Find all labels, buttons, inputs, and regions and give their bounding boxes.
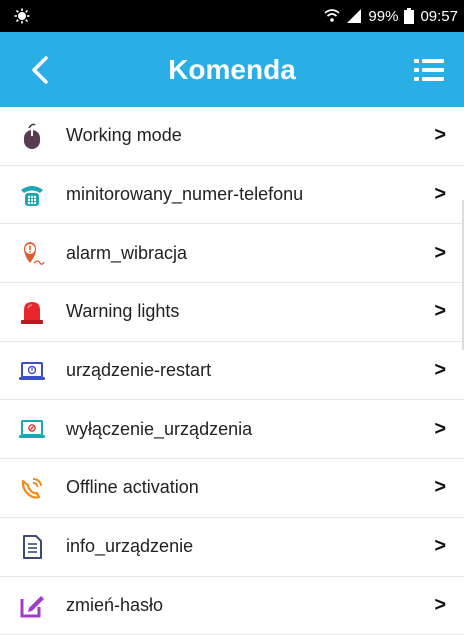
battery-level: 99% [368,8,398,25]
list-item-label: info_urządzenie [66,536,464,557]
list-item-device-restart[interactable]: urządzenie-restart > [0,342,464,401]
menu-button[interactable] [414,56,444,84]
laptop-restart-icon [18,357,46,385]
list-item-label: Offline activation [66,477,464,498]
list-item-warning-lights[interactable]: Warning lights > [0,283,464,342]
chevron-right-icon: > [434,242,446,265]
list-item-offline-activation[interactable]: Offline activation > [0,459,464,518]
edit-icon [18,591,46,619]
app-bar: Komenda [0,32,464,107]
chevron-right-icon: > [434,359,446,382]
list-item-label: alarm_wibracja [66,243,464,264]
list-item-device-info[interactable]: info_urządzenie > [0,518,464,577]
phone-call-icon [18,474,46,502]
list-item-change-password[interactable]: zmień-hasło > [0,577,464,635]
signal-icon [346,8,362,24]
vibration-alarm-icon [18,239,46,267]
mouse-icon [18,122,46,150]
status-bar: 99% 09:57 [0,0,464,32]
chevron-right-icon: > [434,183,446,206]
chevron-right-icon: > [434,476,446,499]
list-item-monitored-number[interactable]: minitorowany_numer-telefonu > [0,166,464,225]
chevron-right-icon: > [434,535,446,558]
laptop-shutdown-icon [18,415,46,443]
back-button[interactable] [28,52,52,88]
list-item-label: wyłączenie_urządzenia [66,419,464,440]
notification-icon [14,8,30,24]
list-item-working-mode[interactable]: Working mode > [0,107,464,166]
siren-icon [18,298,46,326]
wifi-icon [324,8,340,24]
chevron-right-icon: > [434,418,446,441]
battery-icon [404,8,414,24]
chevron-right-icon: > [434,300,446,323]
chevron-left-icon [28,52,52,88]
list-menu-icon [414,56,444,84]
list-item-label: Working mode [66,125,464,146]
document-icon [18,533,46,561]
list-item-device-shutdown[interactable]: wyłączenie_urządzenia > [0,400,464,459]
list-item-label: minitorowany_numer-telefonu [66,184,464,205]
list-item-label: zmień-hasło [66,595,464,616]
list-item-vibration-alarm[interactable]: alarm_wibracja > [0,224,464,283]
clock: 09:57 [420,8,458,25]
page-title: Komenda [168,54,296,86]
chevron-right-icon: > [434,594,446,617]
list-item-label: urządzenie-restart [66,360,464,381]
telephone-icon [18,181,46,209]
command-list: Working mode > minitorowany_numer-telefo… [0,107,464,635]
chevron-right-icon: > [434,124,446,147]
list-item-label: Warning lights [66,301,464,322]
